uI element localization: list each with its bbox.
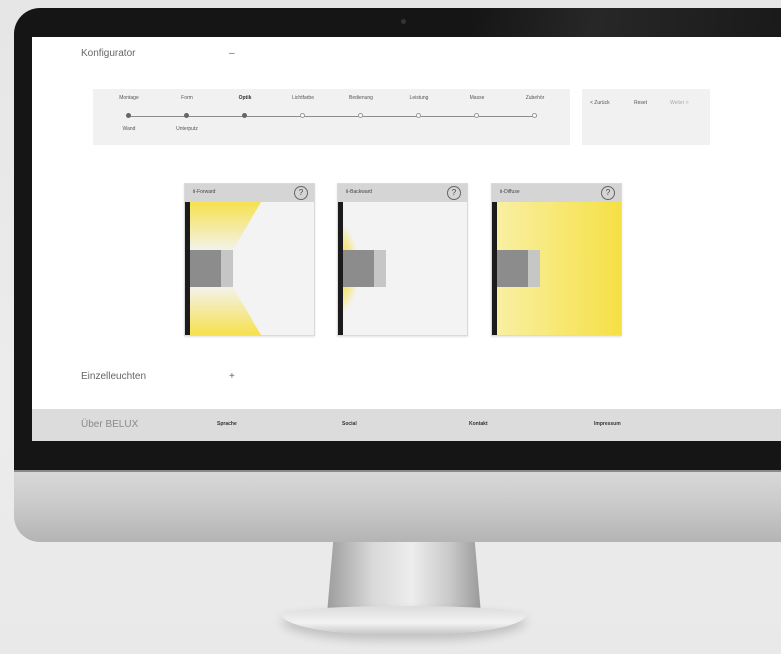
help-icon[interactable]: ? xyxy=(447,186,461,200)
card-title: Ⅱ-Forward xyxy=(193,189,216,195)
step-label: Leistung xyxy=(409,95,429,101)
footer-link-imprint[interactable]: Impressum xyxy=(594,421,621,427)
step-dot xyxy=(474,113,479,118)
optic-options: Ⅱ-Forward ? Ⅱ-Backward ? Ⅱ-Diffuse ? xyxy=(32,183,781,343)
step-dot xyxy=(416,113,421,118)
step-dot xyxy=(532,113,537,118)
step-dot xyxy=(184,113,189,118)
single-lights-header[interactable]: Einzelleuchten + xyxy=(81,371,235,382)
footer-link-contact[interactable]: Kontakt xyxy=(469,421,488,427)
card-title: Ⅱ-Diffuse xyxy=(500,189,520,195)
step-zubehoer[interactable]: Zubehör xyxy=(505,89,565,118)
step-label: Lichtfarbe xyxy=(292,95,314,101)
card-header: Ⅱ-Forward ? xyxy=(185,184,314,202)
step-montage[interactable]: Montage Wand xyxy=(99,89,159,132)
step-value: Wand xyxy=(122,126,136,132)
expand-toggle[interactable]: + xyxy=(229,371,235,382)
step-label: Optik xyxy=(238,95,252,101)
option-card-diffuse[interactable]: Ⅱ-Diffuse ? xyxy=(491,183,622,336)
collapse-toggle[interactable]: – xyxy=(229,48,235,59)
card-header: Ⅱ-Diffuse ? xyxy=(492,184,621,202)
single-lights-title: Einzelleuchten xyxy=(81,371,147,382)
camera-icon xyxy=(401,19,406,24)
step-dot xyxy=(300,113,305,118)
diffuse-light-illustration xyxy=(492,202,621,335)
step-masse[interactable]: Masse xyxy=(447,89,507,118)
step-label: Masse xyxy=(469,95,485,101)
forward-light-illustration xyxy=(185,202,314,335)
step-label: Montage xyxy=(119,95,139,101)
screen: Konfigurator – Montage Wand Form Unterpu… xyxy=(32,37,781,441)
step-dot xyxy=(126,113,131,118)
monitor-stand-foot xyxy=(282,606,526,634)
help-icon[interactable]: ? xyxy=(294,186,308,200)
footer: Über BELUX Sprache Social Kontakt Impres… xyxy=(32,409,781,441)
backward-light-illustration xyxy=(338,202,467,335)
back-button[interactable]: < Zurück xyxy=(590,100,610,106)
monitor-chin xyxy=(14,470,781,542)
step-optik[interactable]: Optik xyxy=(215,89,275,118)
step-dot xyxy=(242,113,247,118)
footer-link-language[interactable]: Sprache xyxy=(217,421,237,427)
help-icon[interactable]: ? xyxy=(601,186,615,200)
step-actions: < Zurück Reset Weiter > xyxy=(582,89,710,145)
next-button[interactable]: Weiter > xyxy=(670,100,689,106)
step-form[interactable]: Form Unterputz xyxy=(157,89,217,132)
footer-link-social[interactable]: Social xyxy=(342,421,357,427)
footer-about[interactable]: Über BELUX xyxy=(81,419,138,430)
step-value: Unterputz xyxy=(176,126,198,132)
card-header: Ⅱ-Backward ? xyxy=(338,184,467,202)
configurator-title: Konfigurator xyxy=(81,48,136,59)
step-dot xyxy=(358,113,363,118)
step-progress-bar: Montage Wand Form Unterputz Optik Lichtf… xyxy=(93,89,570,145)
option-card-forward[interactable]: Ⅱ-Forward ? xyxy=(184,183,315,336)
chin-divider xyxy=(14,470,781,472)
step-label: Zubehör xyxy=(525,95,545,101)
step-label: Form xyxy=(181,95,193,101)
step-leistung[interactable]: Leistung xyxy=(389,89,449,118)
monitor-stand-neck xyxy=(327,542,481,614)
configurator-header[interactable]: Konfigurator – xyxy=(81,48,235,59)
option-card-backward[interactable]: Ⅱ-Backward ? xyxy=(337,183,468,336)
step-lichtfarbe[interactable]: Lichtfarbe xyxy=(273,89,333,118)
step-bedienung[interactable]: Bedienung xyxy=(331,89,391,118)
card-title: Ⅱ-Backward xyxy=(346,189,373,195)
step-label: Bedienung xyxy=(349,95,373,101)
reset-button[interactable]: Reset xyxy=(634,100,647,106)
